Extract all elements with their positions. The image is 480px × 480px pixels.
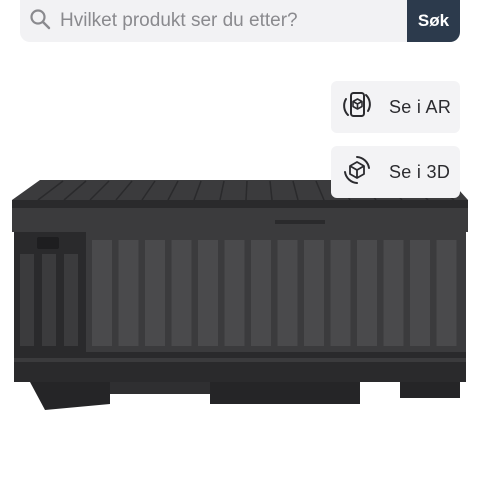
search-input[interactable] (60, 6, 390, 36)
view-in-3d-label: Se i 3D (389, 161, 451, 182)
search-button[interactable]: Søk (407, 0, 460, 42)
product-image (12, 180, 468, 410)
view-in-3d-button[interactable]: Se i 3D (331, 146, 460, 198)
ar-phone-cube-icon (331, 87, 375, 128)
search-icon (28, 7, 52, 36)
view-in-ar-button[interactable]: Se i AR (331, 81, 460, 133)
search-field[interactable] (20, 0, 407, 42)
3d-rotate-cube-icon (331, 152, 375, 193)
view-in-ar-label: Se i AR (389, 96, 452, 117)
search-bar: Søk (20, 0, 460, 42)
